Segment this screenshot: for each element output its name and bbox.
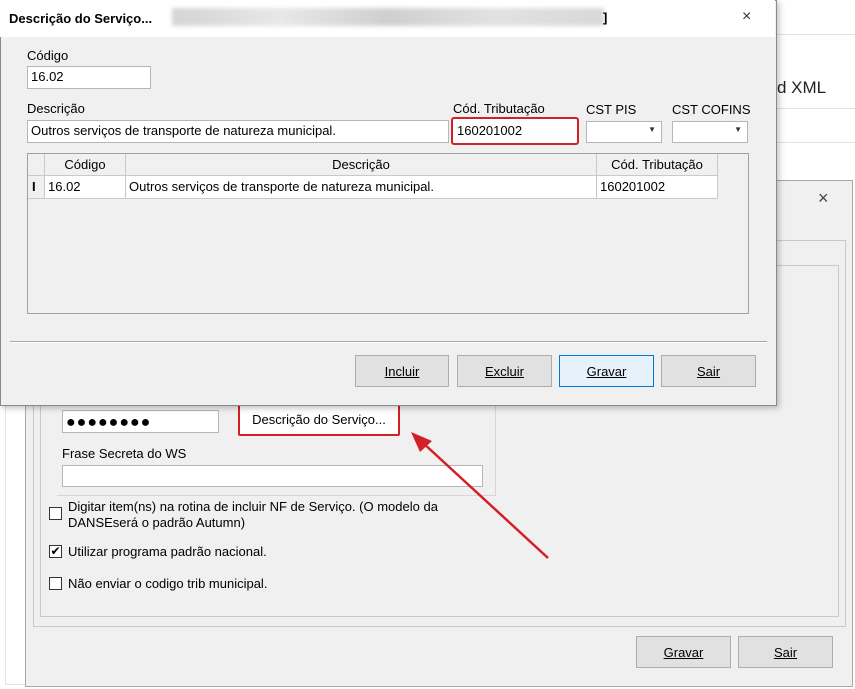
annotation-arrow	[411, 432, 549, 559]
annotation-arrow-line	[421, 441, 549, 559]
